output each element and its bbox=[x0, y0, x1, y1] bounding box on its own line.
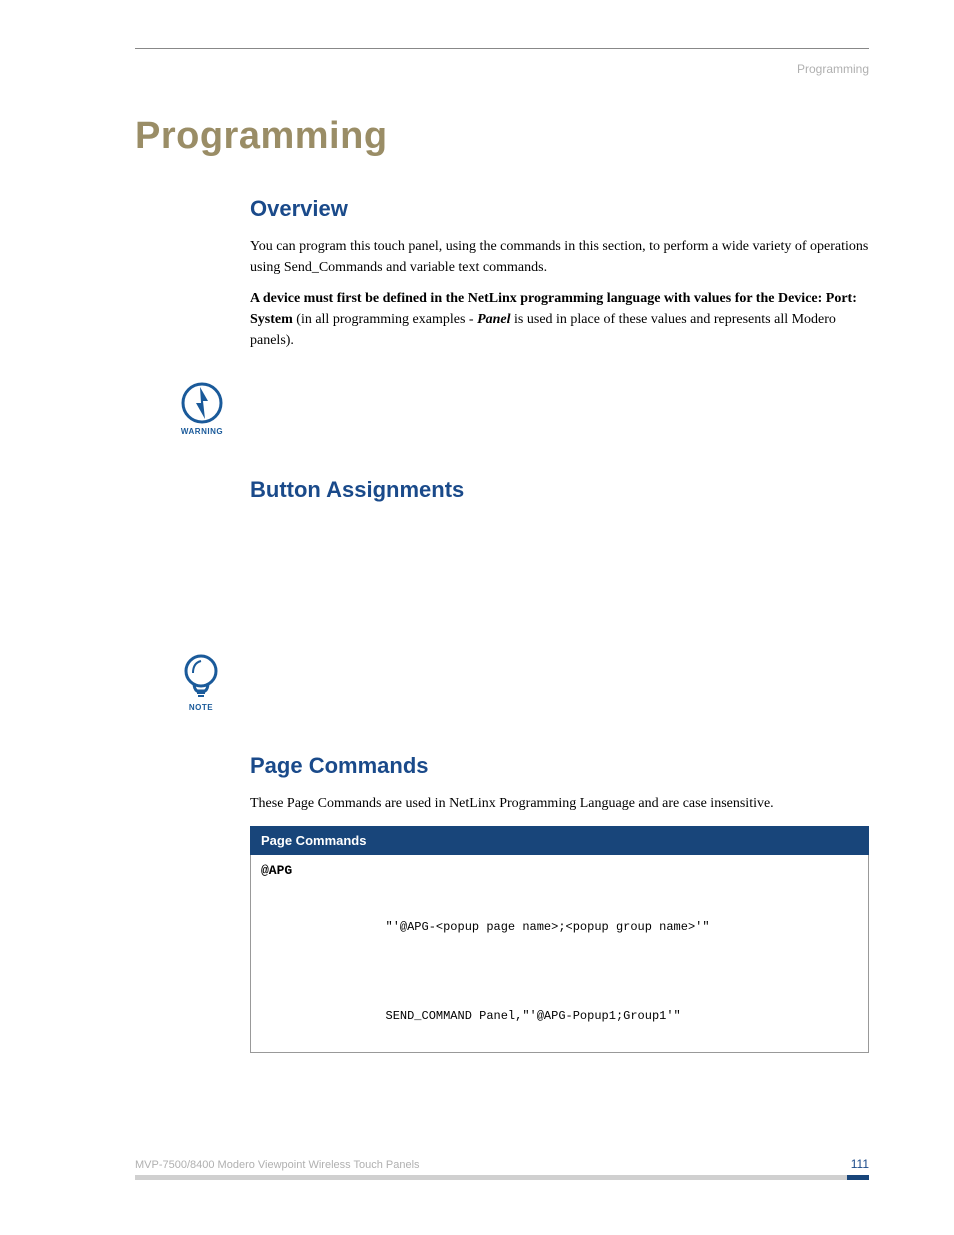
page-commands-table: Page Commands @APG "'@APG-<popup page na… bbox=[250, 826, 869, 1053]
overview-heading: Overview bbox=[250, 196, 869, 222]
page-commands-heading: Page Commands bbox=[250, 753, 869, 779]
table-row: @APG "'@APG-<popup page name>;<popup gro… bbox=[251, 855, 869, 1053]
cmd-desc: "'@APG-<popup page name>;<popup group na… bbox=[376, 855, 869, 1053]
overview-p1: You can program this touch panel, using … bbox=[250, 236, 869, 278]
overview-p2-italic: Panel bbox=[477, 312, 510, 327]
cmd-name: @APG bbox=[251, 855, 376, 1053]
overview-p2: A device must first be defined in the Ne… bbox=[250, 288, 869, 351]
footer-product: MVP-7500/8400 Modero Viewpoint Wireless … bbox=[135, 1159, 420, 1171]
footer-bar bbox=[135, 1175, 869, 1180]
page-footer: MVP-7500/8400 Modero Viewpoint Wireless … bbox=[135, 1157, 869, 1180]
warning-label: WARNING bbox=[180, 427, 224, 436]
warning-icon: WARNING bbox=[180, 381, 224, 436]
page-title: Programming bbox=[135, 115, 869, 158]
table-header: Page Commands bbox=[251, 827, 869, 855]
footer-page-number: 111 bbox=[851, 1157, 869, 1171]
warning-icon-block: WARNING bbox=[180, 381, 869, 439]
button-assignments-heading: Button Assignments bbox=[250, 477, 869, 503]
note-label: NOTE bbox=[180, 703, 222, 712]
lightbulb-icon: NOTE bbox=[180, 653, 222, 712]
page-commands-intro: These Page Commands are used in NetLinx … bbox=[250, 793, 869, 814]
note-icon-block: NOTE bbox=[180, 653, 869, 715]
overview-p2-mid: (in all programming examples - bbox=[293, 312, 477, 327]
table-header-row: Page Commands bbox=[251, 827, 869, 855]
cmd-syntax: "'@APG-<popup page name>;<popup group na… bbox=[386, 918, 859, 937]
cmd-example: SEND_COMMAND Panel,"'@APG-Popup1;Group1'… bbox=[386, 1007, 859, 1026]
running-head: Programming bbox=[797, 62, 869, 76]
header-rule bbox=[135, 48, 869, 49]
